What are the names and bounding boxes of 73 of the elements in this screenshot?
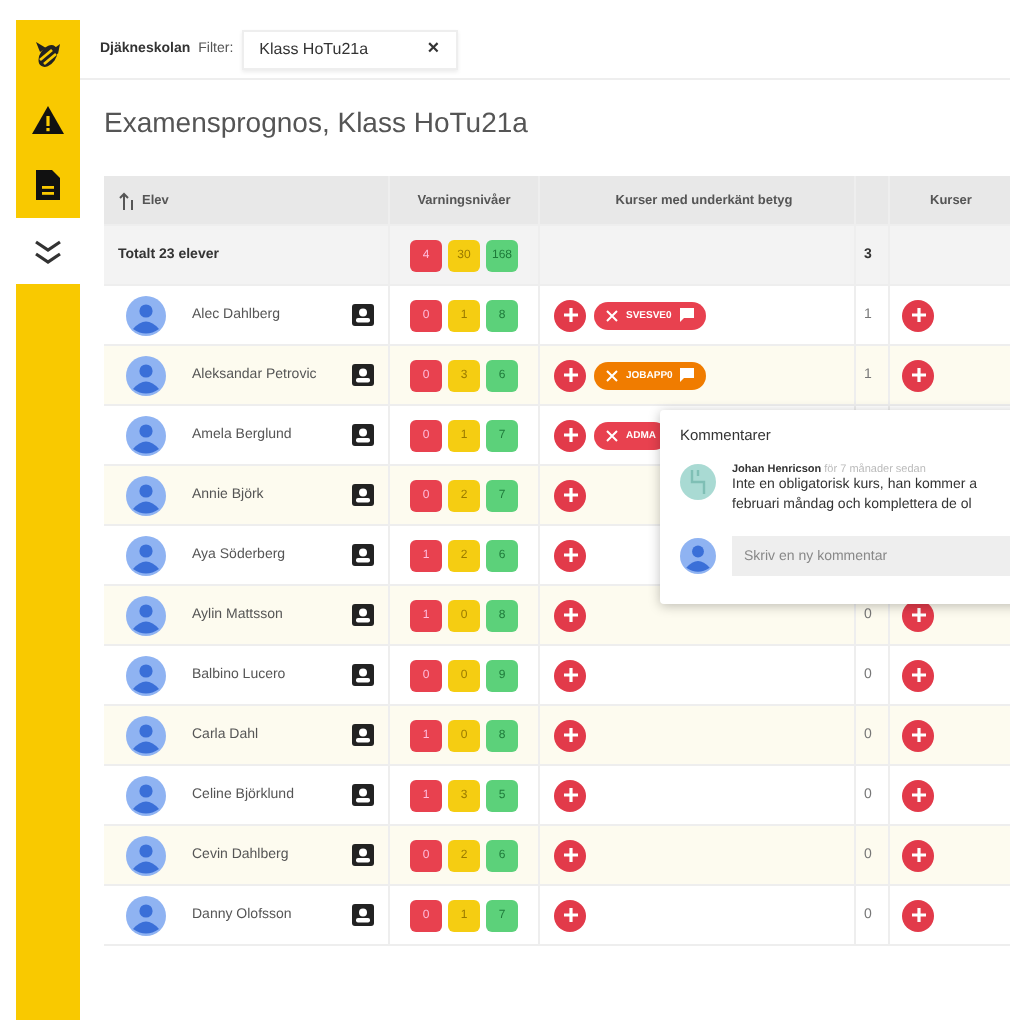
add-button[interactable] — [554, 479, 586, 511]
plus-icon — [909, 366, 927, 384]
remove-icon[interactable] — [606, 309, 618, 321]
id-card-icon[interactable] — [352, 664, 374, 686]
chevrons-icon — [34, 239, 62, 263]
plus-icon — [909, 906, 927, 924]
plus-icon — [909, 666, 927, 684]
avatar-icon — [126, 295, 166, 335]
id-card-icon[interactable] — [352, 544, 374, 566]
document-icon — [36, 170, 60, 200]
id-card-icon[interactable] — [352, 724, 374, 746]
plus-icon — [909, 306, 927, 324]
comment-icon[interactable] — [679, 308, 694, 322]
id-card-icon[interactable] — [352, 304, 374, 326]
remove-icon[interactable] — [606, 429, 618, 441]
add-button[interactable] — [554, 419, 586, 451]
add-button[interactable] — [902, 659, 934, 691]
avatar-icon — [680, 538, 716, 574]
avatar-icon — [126, 355, 166, 395]
avatar-icon — [126, 535, 166, 575]
plus-icon — [909, 846, 927, 864]
plus-icon — [561, 606, 579, 624]
add-button[interactable] — [902, 899, 934, 931]
id-card-icon[interactable] — [352, 484, 374, 506]
add-button[interactable] — [902, 359, 934, 391]
plus-icon — [561, 426, 579, 444]
id-card-icon[interactable] — [352, 784, 374, 806]
warning-icon — [32, 105, 64, 133]
plus-icon — [561, 786, 579, 804]
id-card-icon[interactable] — [352, 844, 374, 866]
id-card-icon[interactable] — [352, 424, 374, 446]
plus-icon — [909, 786, 927, 804]
plus-icon — [561, 306, 579, 324]
add-button[interactable] — [554, 599, 586, 631]
avatar-icon — [680, 464, 716, 500]
remove-icon[interactable] — [606, 369, 618, 381]
add-button[interactable] — [554, 299, 586, 331]
sort-icon[interactable] — [118, 191, 136, 209]
filter-field[interactable]: Klass HoTu21a × — [241, 29, 458, 69]
add-button[interactable] — [902, 839, 934, 871]
add-button[interactable] — [902, 719, 934, 751]
avatar-icon — [126, 895, 166, 935]
comment-icon[interactable] — [680, 368, 695, 382]
avatar-icon — [126, 655, 166, 695]
clear-filter-button[interactable]: × — [427, 38, 440, 60]
avatar-icon — [126, 835, 166, 875]
page-title: Examensprognos, Klass HoTu21a — [102, 104, 530, 142]
plus-icon — [561, 546, 579, 564]
avatar-icon — [126, 415, 166, 455]
plus-icon — [561, 486, 579, 504]
add-button[interactable] — [554, 539, 586, 571]
avatar-icon — [126, 595, 166, 635]
id-card-icon[interactable] — [352, 904, 374, 926]
add-button[interactable] — [554, 659, 586, 691]
id-card-icon[interactable] — [352, 364, 374, 386]
add-button[interactable] — [554, 899, 586, 931]
add-button[interactable] — [554, 779, 586, 811]
add-button[interactable] — [902, 299, 934, 331]
plus-icon — [909, 606, 927, 624]
add-button[interactable] — [554, 839, 586, 871]
id-card-icon[interactable] — [352, 604, 374, 626]
avatar-icon — [126, 475, 166, 515]
plus-icon — [561, 726, 579, 744]
add-button[interactable] — [554, 719, 586, 751]
plus-icon — [909, 726, 927, 744]
plus-icon — [561, 846, 579, 864]
add-button[interactable] — [902, 779, 934, 811]
avatar-icon — [126, 715, 166, 755]
add-button[interactable] — [554, 359, 586, 391]
avatar-icon — [126, 775, 166, 815]
plus-icon — [561, 366, 579, 384]
plus-icon — [561, 906, 579, 924]
plus-icon — [561, 666, 579, 684]
